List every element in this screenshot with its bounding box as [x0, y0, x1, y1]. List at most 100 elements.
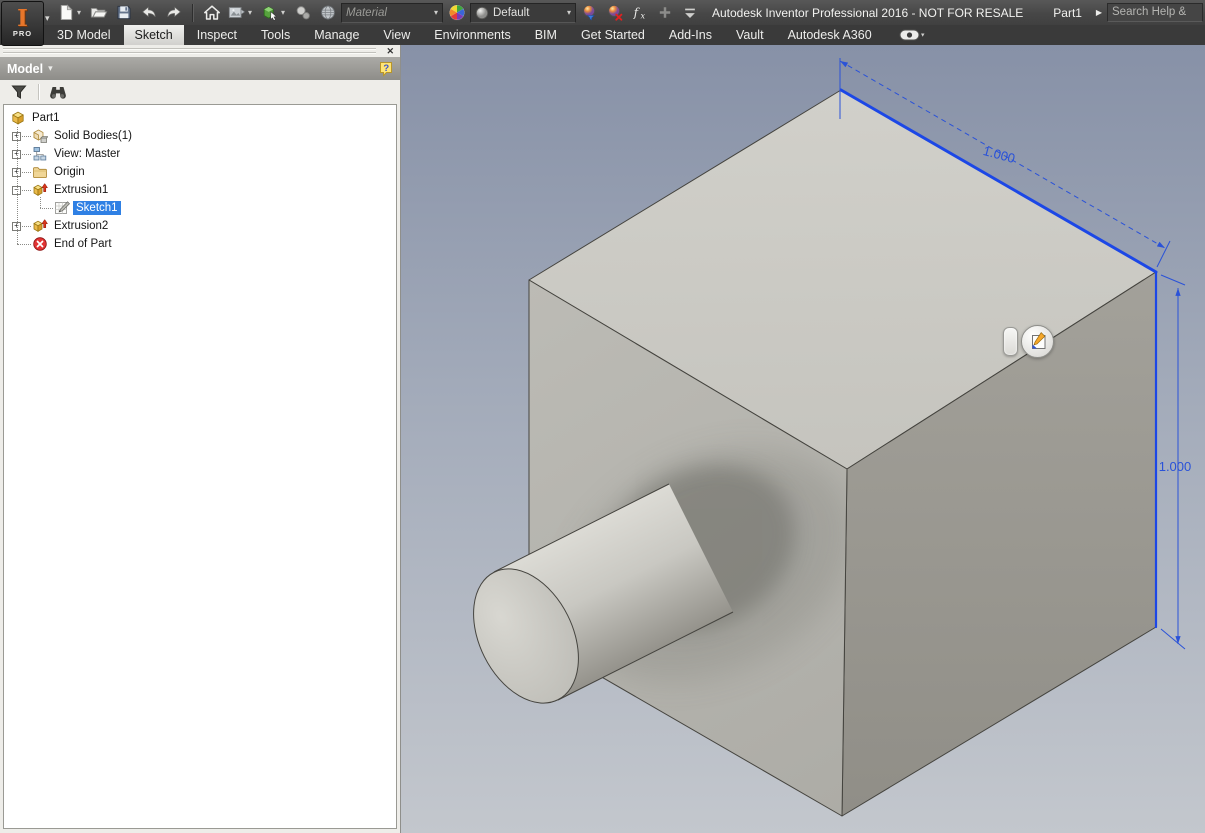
tab-vault[interactable]: Vault: [725, 25, 775, 45]
toolbar-separator: [192, 3, 193, 22]
folder-icon: [32, 164, 48, 180]
tab-3d-model[interactable]: 3D Model: [46, 25, 122, 45]
appearance-globe-icon[interactable]: [316, 3, 339, 23]
window-title-area: Autodesk Inventor Professional 2016 - NO…: [712, 0, 1082, 25]
appearance-combo-value: Default: [493, 6, 530, 19]
application-menu-caret-icon[interactable]: ▾: [45, 13, 50, 24]
a360-status-icon[interactable]: [899, 25, 925, 45]
sketch-icon: [54, 200, 70, 216]
home-icon[interactable]: [200, 3, 223, 23]
new-file-icon[interactable]: [54, 3, 77, 23]
chevron-down-icon[interactable]: ▾: [248, 8, 256, 17]
main-area: ✕ Model ▾ ? Part1 + Solid Bodies(1) + View: …: [0, 45, 1205, 833]
tree-item-extrusion1[interactable]: − Extrusion1: [4, 181, 396, 199]
tree-item-extrusion2[interactable]: + Extrusion2: [4, 217, 396, 235]
browser-toolbar: [0, 80, 400, 104]
tree-item-part1[interactable]: Part1: [4, 109, 396, 127]
browser-title[interactable]: Model: [7, 62, 43, 76]
tree-connector: [22, 172, 31, 173]
parameters-fx-icon[interactable]: fx: [628, 3, 651, 23]
select-box-icon[interactable]: [258, 3, 281, 23]
save-icon[interactable]: [112, 3, 135, 23]
grip-handle-icon[interactable]: [1003, 327, 1018, 356]
extrusion-icon: [32, 218, 48, 234]
tree-item-end-of-part[interactable]: End of Part: [4, 235, 396, 253]
tab-manage[interactable]: Manage: [303, 25, 370, 45]
tree-connector: [22, 226, 31, 227]
document-name: Part1: [1053, 5, 1082, 20]
search-expand-icon[interactable]: ▶: [1091, 8, 1107, 17]
svg-text:f: f: [632, 6, 640, 20]
tab-tools[interactable]: Tools: [250, 25, 301, 45]
logo-pro-label: PRO: [12, 29, 33, 38]
filter-icon[interactable]: [9, 83, 29, 101]
application-menu-button[interactable]: I PRO: [1, 1, 44, 46]
open-folder-icon[interactable]: [87, 3, 110, 23]
toolbar-divider: [38, 84, 39, 100]
color-wheel-icon[interactable]: [445, 3, 468, 23]
tree-item-label[interactable]: Extrusion2: [51, 219, 111, 233]
edit-sketch-button[interactable]: [1021, 325, 1054, 358]
tree-item-view-master[interactable]: + View: Master: [4, 145, 396, 163]
browser-header: Model ▾ ?: [0, 57, 400, 80]
add-icon: [653, 3, 676, 23]
window-title: Autodesk Inventor Professional 2016 - NO…: [712, 5, 1024, 20]
tab-autodesk-a360[interactable]: Autodesk A360: [777, 25, 883, 45]
title-bar: I PRO ▾ ▾ ▾ ▾ Material ▾ Default ▾ f x Autodesk …: [0, 0, 1205, 46]
clear-appearance-icon[interactable]: [603, 3, 626, 23]
help-icon[interactable]: ?: [379, 61, 393, 77]
find-icon[interactable]: [48, 83, 68, 101]
view-master-icon: [32, 146, 48, 162]
tree-item-label[interactable]: View: Master: [51, 147, 123, 161]
chevron-down-icon[interactable]: ▾: [434, 8, 438, 17]
svg-text:x: x: [640, 10, 645, 20]
tree-connector: [22, 154, 31, 155]
tree-item-solid-bodies-1[interactable]: + Solid Bodies(1): [4, 127, 396, 145]
panel-close-icon[interactable]: ✕: [386, 46, 394, 57]
dimension-label-right[interactable]: 1.000: [1159, 459, 1192, 474]
tab-environments[interactable]: Environments: [423, 25, 521, 45]
adjust-appearance-icon[interactable]: [578, 3, 601, 23]
tab-view[interactable]: View: [372, 25, 421, 45]
tree-connector: [40, 197, 41, 208]
tree-item-label[interactable]: Sketch1: [73, 201, 121, 215]
tree-connector: [22, 190, 31, 191]
tree-connector: [17, 127, 18, 244]
sphere-icon: [475, 6, 489, 20]
viewport-canvas[interactable]: 1.000 1.000: [401, 45, 1205, 833]
appearance-combo[interactable]: Default ▾: [470, 2, 576, 23]
spheres-icon[interactable]: [291, 3, 314, 23]
model-tree: Part1 + Solid Bodies(1) + View: Master + Origi…: [3, 104, 397, 829]
viewport-3d: 1.000 1.000: [401, 45, 1205, 833]
search-help-input[interactable]: [1107, 2, 1203, 22]
tab-get-started[interactable]: Get Started: [570, 25, 656, 45]
tree-connector: [40, 208, 53, 209]
quick-access-toolbar: ▾ ▾ ▾ Material ▾ Default ▾ f x: [54, 2, 701, 23]
chevron-down-icon[interactable]: ▾: [281, 8, 289, 17]
tab-inspect[interactable]: Inspect: [186, 25, 248, 45]
extrusion-icon: [32, 182, 48, 198]
tab-sketch[interactable]: Sketch: [123, 25, 184, 45]
svg-text:?: ?: [383, 63, 389, 74]
chevron-down-icon[interactable]: ▾: [77, 8, 85, 17]
tree-item-label[interactable]: Origin: [51, 165, 88, 179]
redo-icon[interactable]: [162, 3, 185, 23]
mini-toolbar: [1003, 325, 1054, 358]
tree-item-origin[interactable]: + Origin: [4, 163, 396, 181]
qat-customize-caret-icon[interactable]: [678, 3, 701, 23]
tab-bim[interactable]: BIM: [524, 25, 568, 45]
undo-icon[interactable]: [137, 3, 160, 23]
browser-title-caret-icon[interactable]: ▾: [48, 63, 53, 74]
material-combo[interactable]: Material ▾: [341, 2, 443, 23]
tree-item-label[interactable]: Solid Bodies(1): [51, 129, 135, 143]
tree-item-label[interactable]: Extrusion1: [51, 183, 111, 197]
tree-item-sketch1[interactable]: Sketch1: [4, 199, 396, 217]
chevron-down-icon[interactable]: ▾: [567, 8, 571, 17]
part-icon: [10, 110, 26, 126]
tree-connector: [22, 136, 31, 137]
tree-item-label[interactable]: End of Part: [51, 237, 115, 251]
tab-add-ins[interactable]: Add-Ins: [658, 25, 723, 45]
panel-splitter-handle[interactable]: ✕: [0, 45, 400, 57]
image-icon[interactable]: [225, 3, 248, 23]
tree-item-label[interactable]: Part1: [29, 111, 63, 125]
